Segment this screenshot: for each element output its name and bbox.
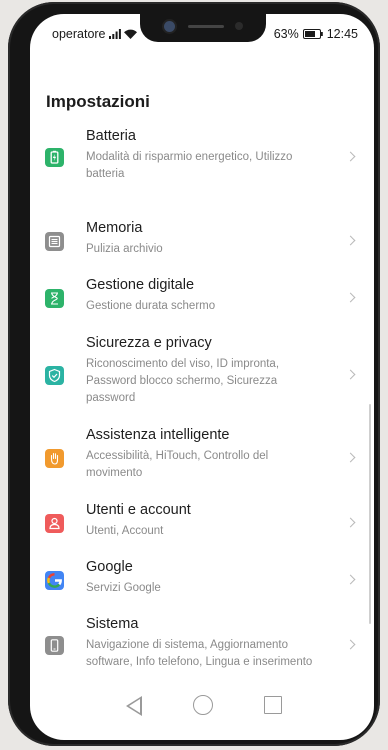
page-title: Impostazioni [46,92,150,111]
google-icon [45,571,64,590]
settings-item-subtitle: Navigazione di sistema, Aggiornamento so… [86,639,313,668]
chevron-right-icon [345,235,356,246]
shield-icon [45,366,64,385]
settings-item-subtitle: Accessibilità, HiTouch, Controllo del mo… [86,450,269,479]
chevron-right-icon [345,452,356,463]
settings-item-title: Assistenza intelligente [86,427,230,443]
status-bar: operatore 63% 12:45 [30,14,374,48]
phone-frame: operatore 63% 12:45 Impostazioni Batteri… [8,2,380,746]
settings-item-title: Batteria [86,128,136,144]
settings-item-title: Google [86,559,133,575]
chevron-right-icon [345,292,356,303]
storage-icon [45,232,64,251]
settings-item-sistema[interactable]: Sistema Navigazione di sistema, Aggiorna… [30,616,374,672]
carrier-label: operatore [52,27,106,41]
battery-icon [45,148,64,167]
navigation-bar [30,684,374,728]
chevron-right-icon [345,517,356,528]
status-right: 63% 12:45 [274,27,358,41]
phone-icon [45,636,64,655]
battery-status-icon [302,29,323,39]
settings-item-title: Gestione digitale [86,277,195,293]
settings-item-subtitle: Riconoscimento del viso, ID impronta, Pa… [86,358,280,404]
settings-item-title: Sicurezza e privacy [86,335,212,351]
camera-notch [140,14,266,42]
wifi-icon [123,29,137,39]
chevron-right-icon [345,151,356,162]
chevron-right-icon [345,639,356,650]
front-camera [164,21,175,32]
home-icon[interactable] [193,695,213,715]
status-left: operatore [52,27,137,41]
earpiece-speaker [188,25,224,28]
settings-item-memoria[interactable]: Memoria Pulizia archivio [30,220,374,260]
user-icon [45,514,64,533]
settings-item-sicurezza-privacy[interactable]: Sicurezza e privacy Riconoscimento del v… [30,335,374,415]
hand-icon [45,449,64,468]
settings-item-subtitle: Gestione durata schermo [86,300,216,312]
settings-item-subtitle: Modalità di risparmio energetico, Utiliz… [86,151,293,180]
settings-item-subtitle: Pulizia archivio [86,243,163,255]
clock: 12:45 [326,27,358,41]
screen: operatore 63% 12:45 Impostazioni Batteri… [30,14,374,740]
scrollbar[interactable] [369,404,371,624]
signal-icon [108,29,121,39]
settings-item-utenti-account[interactable]: Utenti e account Utenti, Account [30,502,374,542]
back-icon[interactable] [126,696,142,716]
settings-item-gestione-digitale[interactable]: Gestione digitale Gestione durata scherm… [30,277,374,317]
chevron-right-icon [345,574,356,585]
hourglass-icon [45,289,64,308]
settings-item-subtitle: Servizi Google [86,582,161,594]
chevron-right-icon [345,369,356,380]
recents-icon[interactable] [264,696,282,714]
battery-percent: 63% [273,27,299,41]
settings-item-title: Memoria [86,220,143,236]
settings-item-title: Utenti e account [86,502,191,518]
settings-item-title: Sistema [86,616,139,632]
settings-item-assistenza-intelligente[interactable]: Assistenza intelligente Accessibilità, H… [30,427,374,483]
proximity-sensor [235,22,243,30]
settings-item-batteria[interactable]: Batteria Modalità di risparmio energetic… [30,128,374,180]
settings-item-subtitle: Utenti, Account [86,525,164,537]
settings-item-google[interactable]: Google Servizi Google [30,559,374,599]
